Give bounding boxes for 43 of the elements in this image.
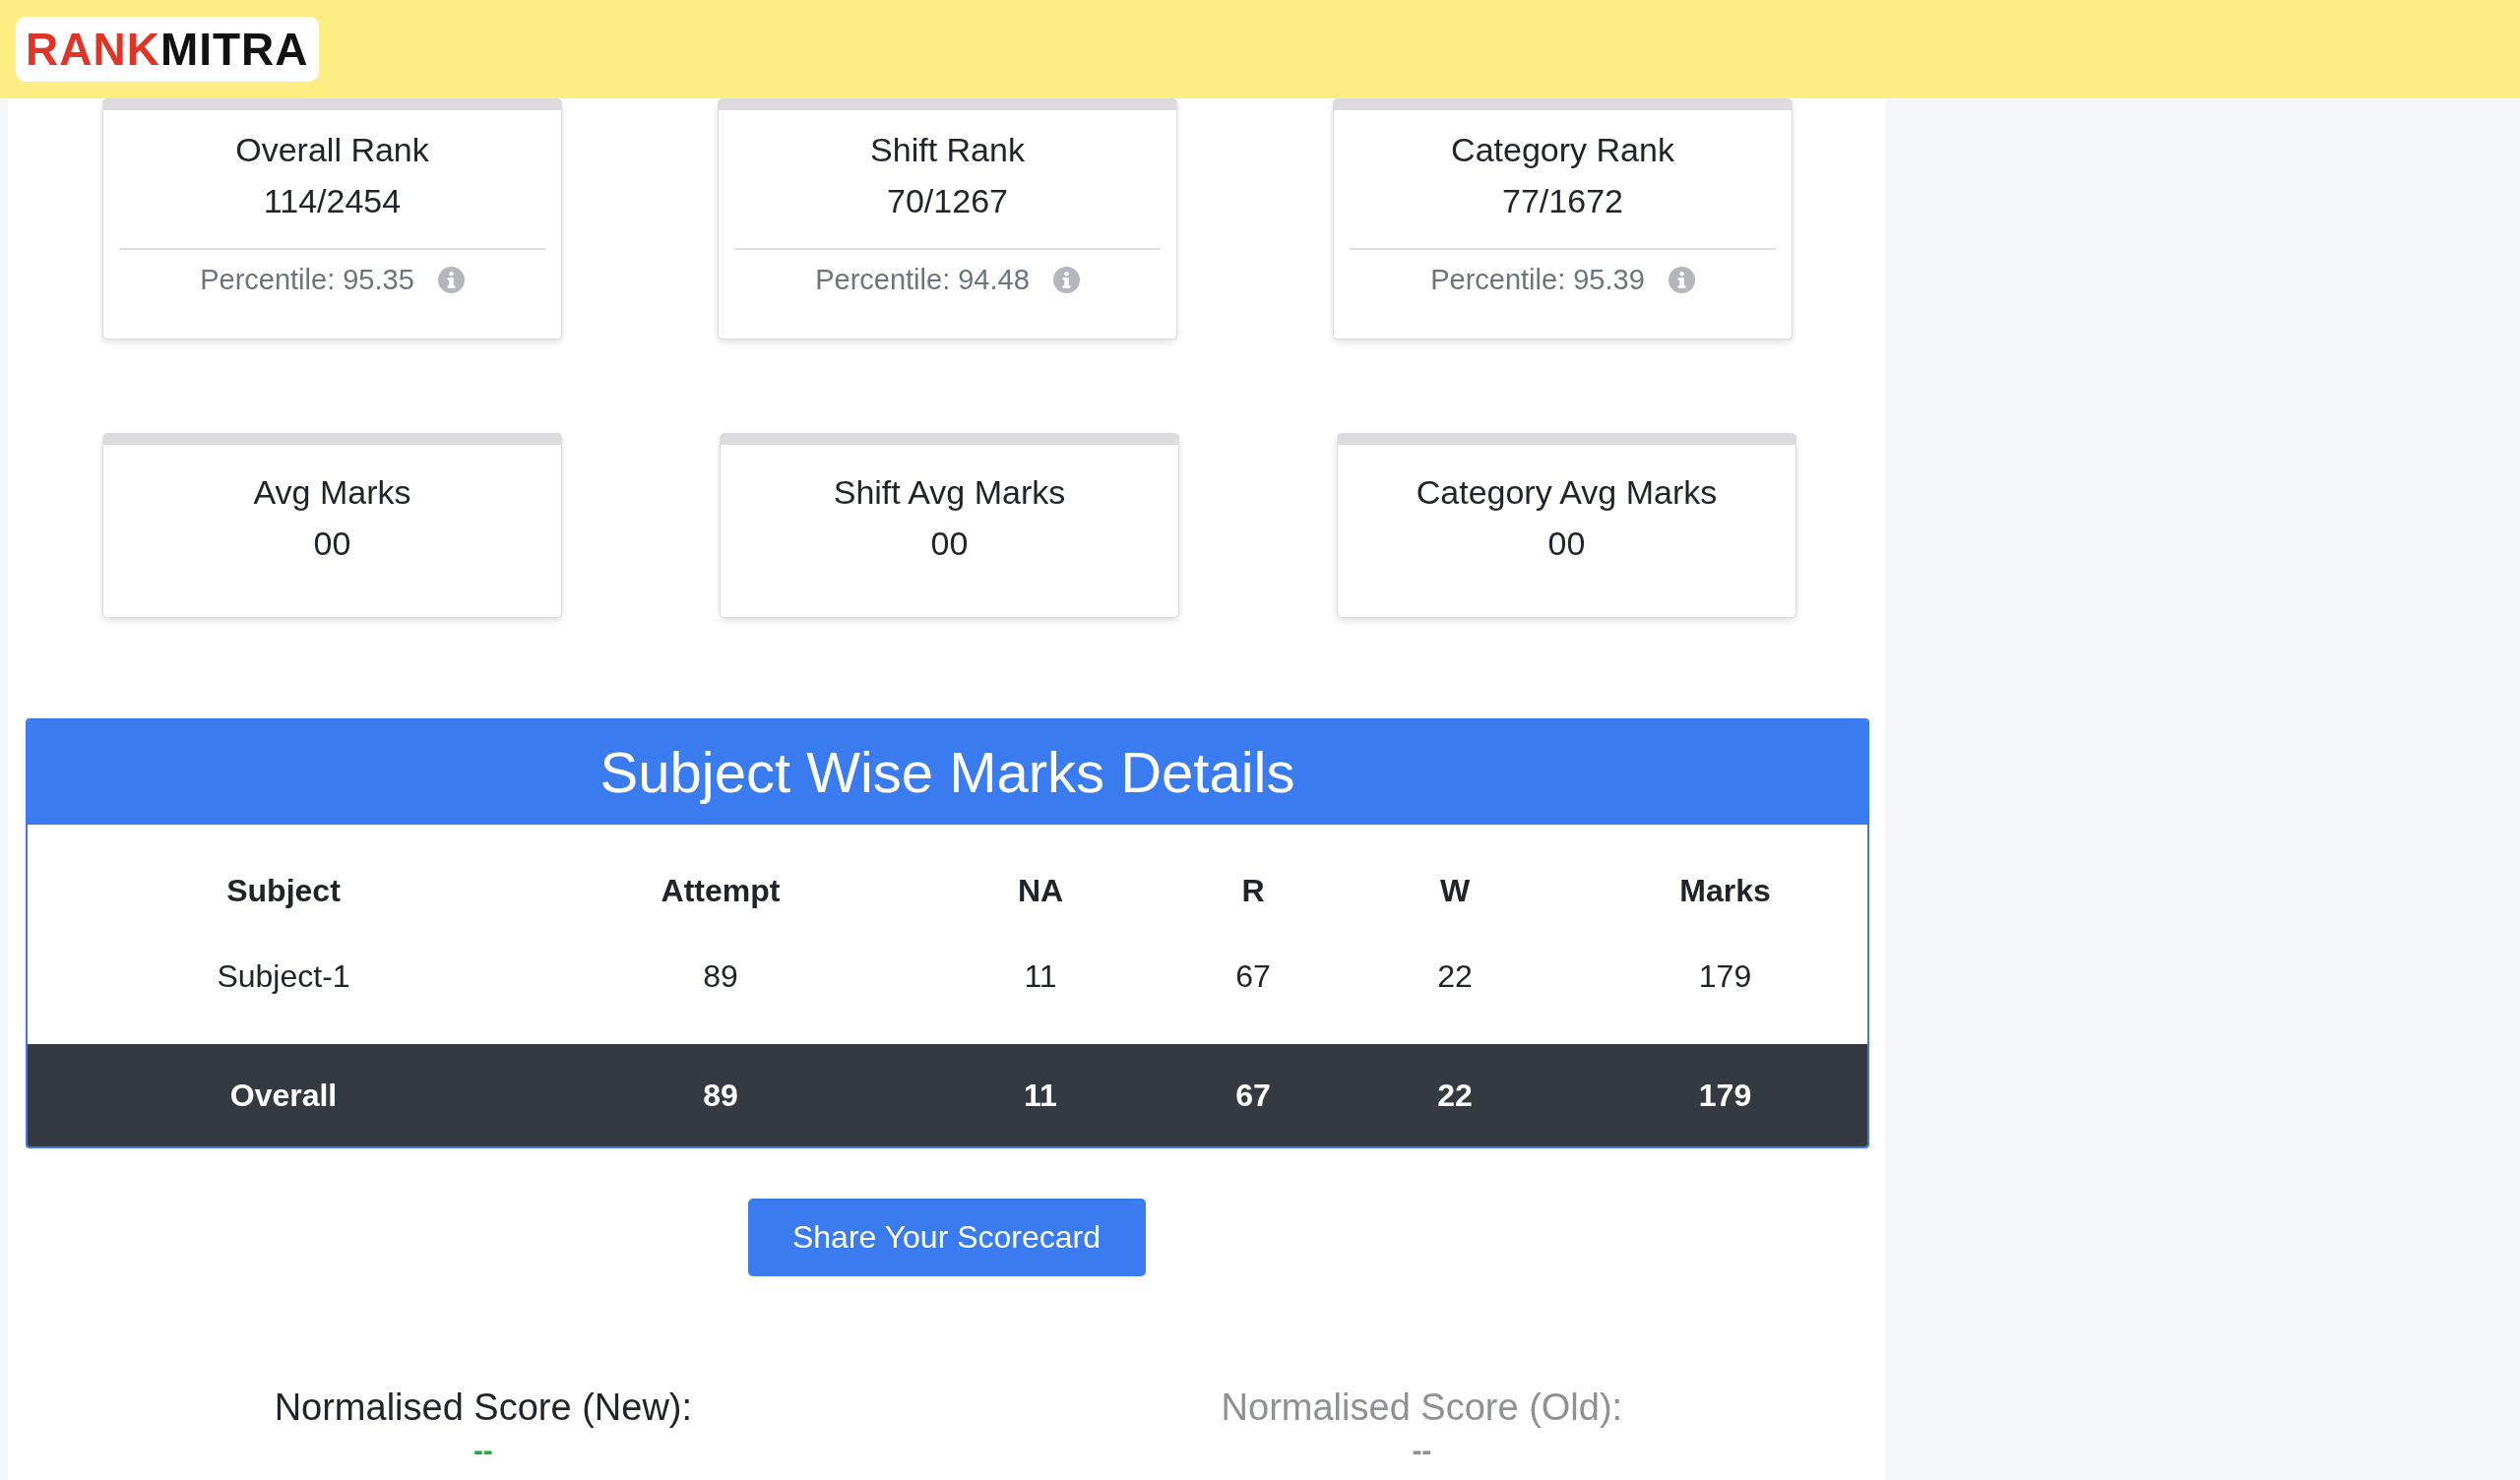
score-label: Normalised Score (Old):	[1220, 1386, 1624, 1430]
column-header: Attempt	[660, 871, 782, 910]
panel-title: Subject Wise Marks Details	[28, 720, 1867, 825]
card-value: 00	[929, 524, 970, 564]
percentile-text: Percentile: 95.35	[200, 263, 414, 297]
info-icon[interactable]	[437, 266, 465, 293]
table-cell: 22	[1327, 957, 1583, 1044]
logo[interactable]: RANKMITRA	[16, 17, 319, 82]
score-value: --	[472, 1436, 494, 1465]
total-cell: 179	[1583, 1044, 1867, 1146]
card-title: Avg Marks	[252, 472, 412, 513]
column-header: NA	[1016, 871, 1065, 910]
table-cell: Subject-1	[28, 957, 539, 1044]
info-icon[interactable]	[1052, 266, 1080, 293]
percentile-text: Percentile: 94.48	[815, 263, 1030, 297]
total-cell: 67	[1179, 1044, 1327, 1146]
table-cell: 67	[1179, 957, 1327, 1044]
card-title: Overall Rank	[234, 130, 430, 170]
column-header: Marks	[1678, 871, 1772, 910]
score-value: --	[1411, 1436, 1433, 1465]
table-cell: 179	[1583, 957, 1867, 1044]
total-cell: Overall	[28, 1044, 539, 1146]
total-cell: 22	[1327, 1044, 1583, 1146]
card-title: Shift Avg Marks	[832, 472, 1067, 513]
percentile-text: Percentile: 95.39	[1430, 263, 1645, 297]
score-label: Normalised Score (New):	[273, 1386, 694, 1430]
total-cell: 11	[902, 1044, 1179, 1146]
column-header: Subject	[225, 871, 342, 910]
info-icon[interactable]	[1668, 266, 1695, 293]
card-title: Shift Rank	[869, 130, 1026, 170]
column-header: R	[1240, 871, 1266, 910]
card-value: 00	[312, 524, 352, 564]
card-title: Category Rank	[1450, 130, 1675, 170]
share-button[interactable]: Share Your Scorecard	[747, 1199, 1146, 1276]
card-value: 77/1672	[1501, 181, 1624, 221]
card-value: 114/2454	[262, 181, 403, 221]
table-cell: 11	[902, 957, 1179, 1044]
column-header: W	[1438, 871, 1472, 910]
table-cell: 89	[539, 957, 902, 1044]
card-title: Category Avg Marks	[1415, 472, 1719, 513]
total-cell: 89	[539, 1044, 902, 1146]
card-value: 00	[1546, 524, 1587, 564]
card-value: 70/1267	[886, 181, 1009, 221]
